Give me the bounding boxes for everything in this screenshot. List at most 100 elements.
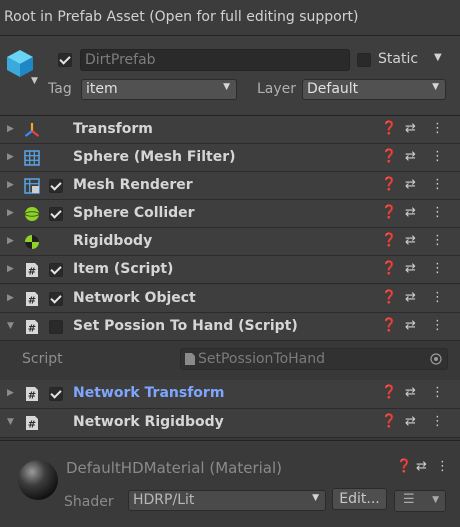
help-icon[interactable]: ❓ xyxy=(381,290,397,305)
component-row-mesh-renderer[interactable]: ▶ Mesh Renderer ❓ ⇄ ⋮ xyxy=(0,172,460,200)
static-dropdown-icon[interactable]: ▼ xyxy=(434,52,442,63)
object-picker-icon[interactable] xyxy=(430,353,442,365)
help-icon[interactable]: ❓ xyxy=(381,205,397,220)
context-menu-icon[interactable]: ⋮ xyxy=(431,318,444,333)
preset-icon[interactable]: ⇄ xyxy=(405,205,416,220)
enabled-checkbox[interactable] xyxy=(49,387,63,401)
context-menu-icon[interactable]: ⋮ xyxy=(431,385,444,400)
layer-value: Default xyxy=(307,81,359,97)
help-icon[interactable]: ❓ xyxy=(381,261,397,276)
shader-dropdown[interactable]: HDRP/Lit ▼ xyxy=(128,490,326,511)
enabled-checkbox[interactable] xyxy=(49,179,63,193)
chevron-down-icon: ▼ xyxy=(432,82,439,92)
context-menu-icon[interactable]: ⋮ xyxy=(431,149,444,164)
script-icon: # xyxy=(26,416,38,431)
script-icon: # xyxy=(26,320,38,335)
preset-icon[interactable]: ⇄ xyxy=(416,459,427,474)
fold-arrow-icon[interactable]: ▶ xyxy=(7,124,14,134)
active-checkbox[interactable] xyxy=(58,53,72,67)
component-row-network-rigidbody[interactable]: ▼ # Network Rigidbody ❓ ⇄ ⋮ xyxy=(0,409,460,438)
fold-arrow-icon[interactable]: ▶ xyxy=(7,293,14,303)
context-menu-icon[interactable]: ⋮ xyxy=(431,233,444,248)
context-menu-icon[interactable]: ⋮ xyxy=(436,459,449,474)
tag-label: Tag xyxy=(48,81,72,97)
name-field[interactable]: DirtPrefab xyxy=(80,49,350,71)
fold-arrow-expanded-icon[interactable]: ▼ xyxy=(7,321,14,331)
component-name: Set Possion To Hand (Script) xyxy=(73,318,298,334)
help-icon[interactable]: ❓ xyxy=(381,177,397,192)
fold-arrow-icon[interactable]: ▶ xyxy=(7,388,14,398)
component-name: Mesh Renderer xyxy=(73,177,193,193)
preset-icon[interactable]: ⇄ xyxy=(405,177,416,192)
gameobject-header: ▼ DirtPrefab Static ▼ Tag item ▼ Layer D… xyxy=(0,36,460,116)
enabled-checkbox[interactable] xyxy=(49,207,63,221)
component-name: Rigidbody xyxy=(73,233,153,249)
help-icon[interactable]: ❓ xyxy=(381,414,397,429)
fold-arrow-expanded-icon[interactable]: ▼ xyxy=(7,417,14,427)
fold-arrow-icon[interactable]: ▶ xyxy=(7,264,14,274)
component-name: Network Transform xyxy=(73,385,225,401)
component-name: Sphere Collider xyxy=(73,205,195,221)
component-row-mesh-filter[interactable]: ▶ Sphere (Mesh Filter) ❓ ⇄ ⋮ xyxy=(0,144,460,172)
svg-text:#: # xyxy=(28,267,36,278)
root-message: Root in Prefab Asset (Open for full edit… xyxy=(4,9,359,25)
component-row-rigidbody[interactable]: ▶ Rigidbody ❓ ⇄ ⋮ xyxy=(0,228,460,256)
shader-options-button[interactable]: ☰ ▼ xyxy=(394,490,446,512)
component-name: Transform xyxy=(73,121,153,137)
edit-shader-button[interactable]: Edit... xyxy=(332,488,387,510)
fold-arrow-icon[interactable]: ▶ xyxy=(7,236,14,246)
enabled-checkbox[interactable] xyxy=(49,320,63,334)
preset-icon[interactable]: ⇄ xyxy=(405,261,416,276)
prefab-root-bar: Root in Prefab Asset (Open for full edit… xyxy=(0,0,460,36)
component-row-item-script[interactable]: ▶ # Item (Script) ❓ ⇄ ⋮ xyxy=(0,256,460,284)
context-menu-icon[interactable]: ⋮ xyxy=(431,205,444,220)
preset-icon[interactable]: ⇄ xyxy=(405,318,416,333)
component-row-network-transform[interactable]: ▶ # Network Transform ❓ ⇄ ⋮ xyxy=(0,380,460,409)
list-options-icon: ☰ xyxy=(403,492,415,507)
preset-icon[interactable]: ⇄ xyxy=(405,233,416,248)
component-row-network-object[interactable]: ▶ # Network Object ❓ ⇄ ⋮ xyxy=(0,285,460,313)
script-label: Script xyxy=(22,351,63,367)
prefab-cube-icon[interactable] xyxy=(5,48,35,78)
context-menu-icon[interactable]: ⋮ xyxy=(431,121,444,136)
help-icon[interactable]: ❓ xyxy=(381,233,397,248)
context-menu-icon[interactable]: ⋮ xyxy=(431,414,444,429)
preset-icon[interactable]: ⇄ xyxy=(405,414,416,429)
context-menu-icon[interactable]: ⋮ xyxy=(431,177,444,192)
material-title: DefaultHDMaterial (Material) xyxy=(66,459,282,477)
preset-icon[interactable]: ⇄ xyxy=(405,385,416,400)
help-icon[interactable]: ❓ xyxy=(381,318,397,333)
context-menu-icon[interactable]: ⋮ xyxy=(431,290,444,305)
context-menu-icon[interactable]: ⋮ xyxy=(431,261,444,276)
component-name: Item (Script) xyxy=(73,261,174,277)
icon-dropdown-icon[interactable]: ▼ xyxy=(31,76,38,86)
help-icon[interactable]: ❓ xyxy=(381,149,397,164)
mesh-renderer-icon xyxy=(24,178,40,194)
tag-dropdown[interactable]: item ▼ xyxy=(81,79,237,100)
component-row-set-possion-to-hand[interactable]: ▼ # Set Possion To Hand (Script) ❓ ⇄ ⋮ xyxy=(0,313,460,341)
fold-arrow-icon[interactable]: ▶ xyxy=(7,208,14,218)
help-icon[interactable]: ❓ xyxy=(396,459,412,474)
component-name: Network Rigidbody xyxy=(73,414,224,430)
preset-icon[interactable]: ⇄ xyxy=(405,290,416,305)
fold-arrow-icon[interactable]: ▶ xyxy=(7,152,14,162)
preset-icon[interactable]: ⇄ xyxy=(405,121,416,136)
shader-label: Shader xyxy=(64,494,114,510)
help-icon[interactable]: ❓ xyxy=(381,385,397,400)
script-value: SetPossionToHand xyxy=(198,351,326,367)
script-field[interactable]: SetPossionToHand xyxy=(180,348,448,370)
rigidbody-icon xyxy=(25,235,39,249)
material-preview-sphere[interactable] xyxy=(18,460,58,500)
preset-icon[interactable]: ⇄ xyxy=(405,149,416,164)
layer-dropdown[interactable]: Default ▼ xyxy=(302,79,446,100)
help-icon[interactable]: ❓ xyxy=(381,121,397,136)
script-icon: # xyxy=(26,292,38,307)
component-row-transform[interactable]: ▶ Transform ❓ ⇄ ⋮ xyxy=(0,116,460,144)
layer-label: Layer xyxy=(257,81,297,97)
enabled-checkbox[interactable] xyxy=(49,292,63,306)
enabled-checkbox[interactable] xyxy=(49,263,63,277)
component-row-sphere-collider[interactable]: ▶ Sphere Collider ❓ ⇄ ⋮ xyxy=(0,200,460,228)
svg-text:#: # xyxy=(28,420,36,431)
fold-arrow-icon[interactable]: ▶ xyxy=(7,180,14,190)
static-checkbox[interactable] xyxy=(357,53,371,67)
